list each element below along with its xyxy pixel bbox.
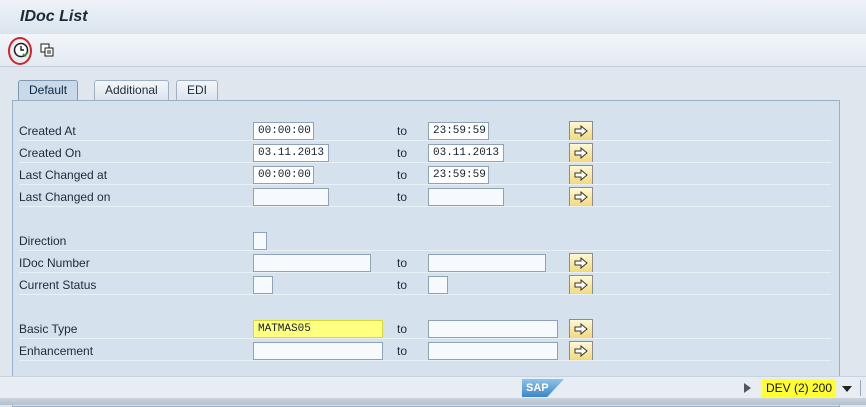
idoc-number-to-input[interactable] xyxy=(428,254,546,272)
tab-edi[interactable]: EDI xyxy=(176,80,219,100)
to-label: to xyxy=(397,124,408,138)
basic-type-from-input[interactable]: MATMAS05 xyxy=(253,320,383,338)
enhancement-multiple-selection-button[interactable] xyxy=(569,341,593,361)
last-changed-at-from-input[interactable]: 00:00:00 xyxy=(253,166,314,184)
current-status-multiple-selection-button[interactable] xyxy=(569,275,593,295)
clock-execute-icon xyxy=(13,42,29,58)
row-created-on: Created On 03.11.2013 to 03.11.2013 xyxy=(19,143,831,163)
last-changed-on-to-input[interactable] xyxy=(428,188,504,206)
arrow-right-icon xyxy=(574,323,588,335)
idoc-number-multiple-selection-button[interactable] xyxy=(569,253,593,273)
row-direction: Direction xyxy=(19,231,831,251)
row-created-at: Created At 00:00:00 to 23:59:59 xyxy=(19,121,831,141)
row-last-changed-at: Last Changed at 00:00:00 to 23:59:59 xyxy=(19,165,831,185)
title-bar: IDoc List xyxy=(0,0,866,35)
sap-logo: SAP xyxy=(522,379,564,397)
created-on-multiple-selection-button[interactable] xyxy=(569,143,593,163)
basic-type-label: Basic Type xyxy=(19,322,78,336)
arrow-right-icon xyxy=(574,257,588,269)
enhancement-from-input[interactable] xyxy=(253,342,383,360)
enhancement-to-input[interactable] xyxy=(428,342,558,360)
to-label: to xyxy=(397,256,408,270)
arrow-right-icon xyxy=(574,147,588,159)
multiple-selection-button[interactable] xyxy=(36,39,58,61)
tab-additional[interactable]: Additional xyxy=(94,80,169,100)
tab-default[interactable]: Default xyxy=(18,80,79,101)
basic-type-multiple-selection-button[interactable] xyxy=(569,319,593,339)
row-current-status: Current Status to xyxy=(19,275,831,295)
status-bar: SAP DEV (2) 200 xyxy=(0,376,866,399)
to-label: to xyxy=(397,190,408,204)
status-separator xyxy=(860,380,861,396)
created-on-to-input[interactable]: 03.11.2013 xyxy=(428,144,504,162)
chevron-down-icon[interactable] xyxy=(842,386,852,392)
application-toolbar xyxy=(0,34,866,67)
window-bottom-edge xyxy=(0,398,866,405)
direction-label: Direction xyxy=(19,234,67,248)
system-info: DEV (2) 200 xyxy=(762,379,837,397)
last-changed-on-label: Last Changed on xyxy=(19,190,111,204)
selection-panel: Created At 00:00:00 to 23:59:59 Created … xyxy=(12,100,840,407)
play-icon[interactable] xyxy=(744,383,751,393)
last-changed-on-multiple-selection-button[interactable] xyxy=(569,187,593,207)
row-basic-type: Basic Type MATMAS05 to xyxy=(19,319,831,339)
last-changed-on-from-input[interactable] xyxy=(253,188,329,206)
to-label: to xyxy=(397,344,408,358)
created-on-from-input[interactable]: 03.11.2013 xyxy=(253,144,329,162)
created-at-multiple-selection-button[interactable] xyxy=(569,121,593,141)
window-title: IDoc List xyxy=(20,8,88,25)
idoc-number-label: IDoc Number xyxy=(19,256,90,270)
arrow-right-icon xyxy=(574,345,588,357)
to-label: to xyxy=(397,168,408,182)
current-status-from-input[interactable] xyxy=(253,276,273,294)
arrow-right-icon xyxy=(574,279,588,291)
to-label: to xyxy=(397,322,408,336)
last-changed-at-multiple-selection-button[interactable] xyxy=(569,165,593,185)
last-changed-at-label: Last Changed at xyxy=(19,168,108,182)
idoc-number-from-input[interactable] xyxy=(253,254,371,272)
row-idoc-number: IDoc Number to xyxy=(19,253,831,273)
to-label: to xyxy=(397,278,408,292)
basic-type-to-input[interactable] xyxy=(428,320,558,338)
row-enhancement: Enhancement to xyxy=(19,341,831,361)
created-at-label: Created At xyxy=(19,124,76,138)
arrow-right-icon xyxy=(574,191,588,203)
created-on-label: Created On xyxy=(19,146,82,160)
direction-input[interactable] xyxy=(253,232,267,250)
arrow-right-icon xyxy=(574,125,588,137)
current-status-label: Current Status xyxy=(19,278,97,292)
created-at-from-input[interactable]: 00:00:00 xyxy=(253,122,314,140)
created-at-to-input[interactable]: 23:59:59 xyxy=(428,122,489,140)
current-status-to-input[interactable] xyxy=(428,276,448,294)
enhancement-label: Enhancement xyxy=(19,344,94,358)
copy-selection-icon xyxy=(40,43,54,57)
execute-button[interactable] xyxy=(10,39,32,61)
arrow-right-icon xyxy=(574,169,588,181)
last-changed-at-to-input[interactable]: 23:59:59 xyxy=(428,166,489,184)
to-label: to xyxy=(397,146,408,160)
row-last-changed-on: Last Changed on to xyxy=(19,187,831,207)
